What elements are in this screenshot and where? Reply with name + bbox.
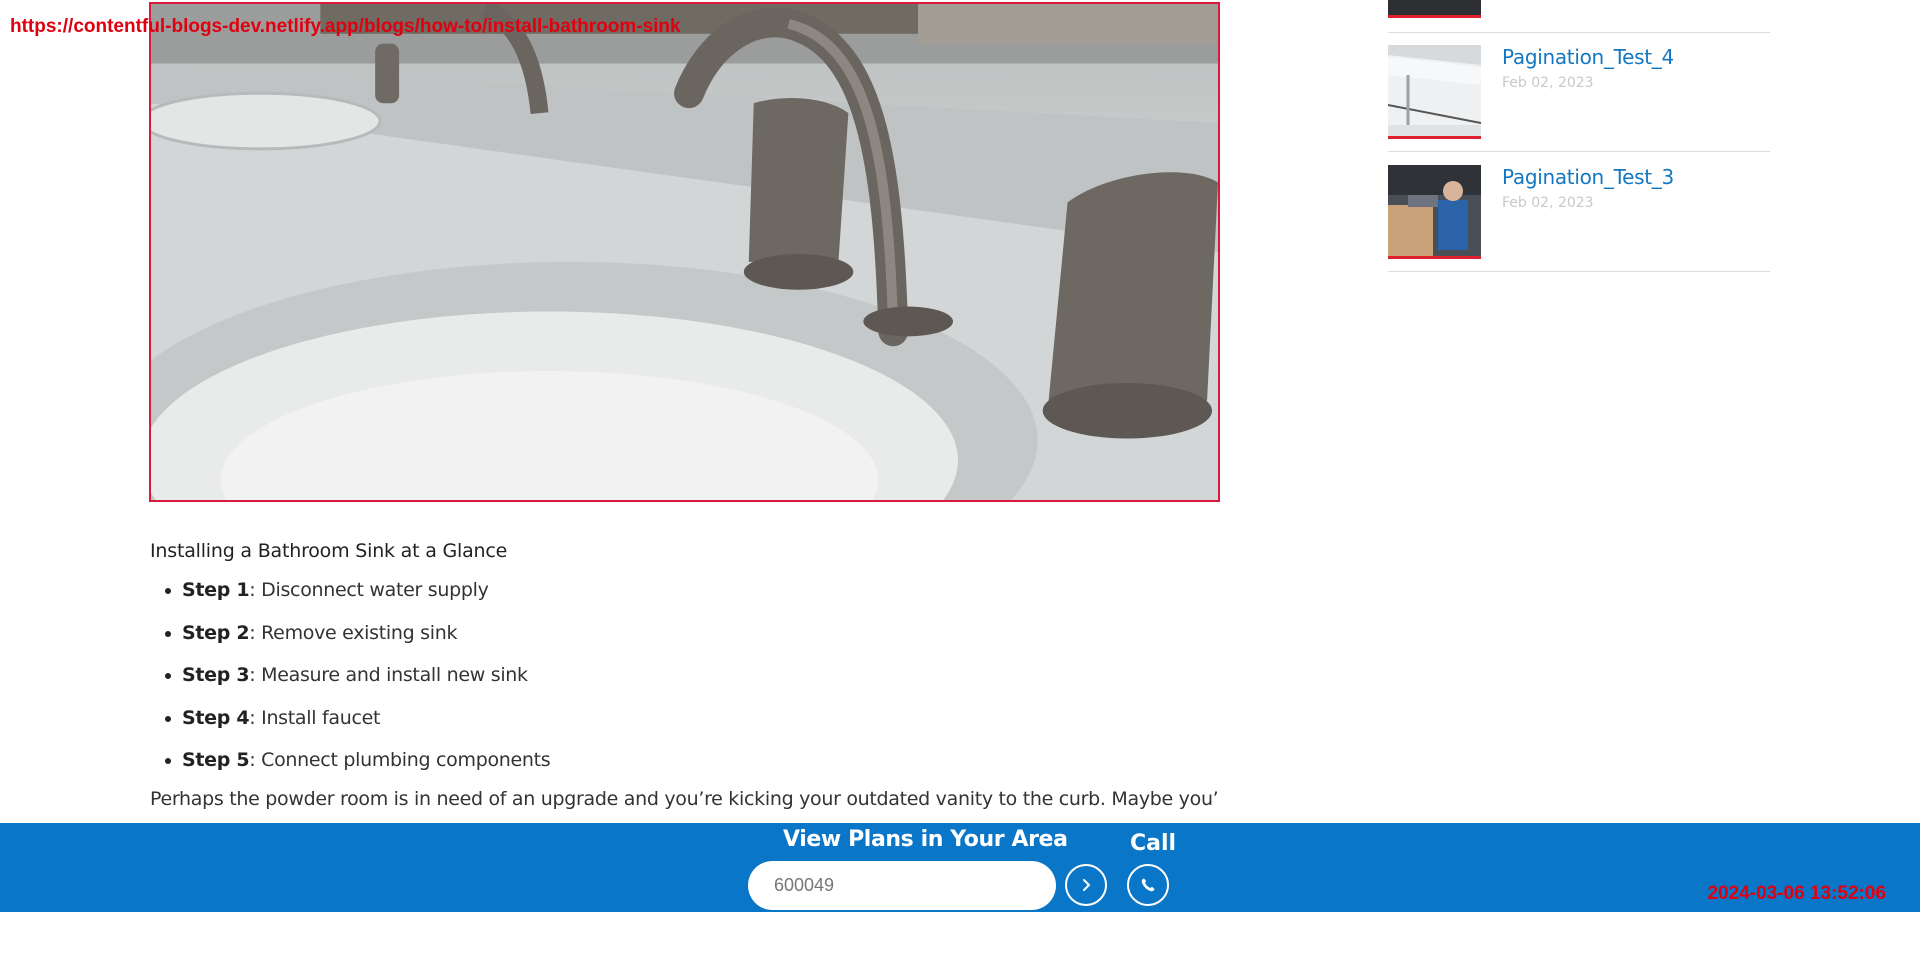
sidebar-divider (1388, 32, 1770, 33)
post-date: Feb 02, 2023 (1502, 195, 1594, 211)
url-overlay: https://contentful-blogs-dev.netlify.app… (10, 16, 681, 37)
previous-post-thumbnail[interactable] (1388, 0, 1481, 18)
post-title-link[interactable]: Pagination_Test_3 (1502, 165, 1674, 189)
view-plans-label: View Plans in Your Area (783, 827, 1068, 852)
step-label: Step 5 (182, 749, 250, 771)
step-text: : Measure and install new sink (249, 664, 528, 686)
step-item: Step 1: Disconnect water supply (165, 579, 1220, 601)
chevron-right-icon (1083, 879, 1090, 891)
step-item: Step 5: Connect plumbing components (165, 749, 1220, 771)
plans-bottom-bar: View Plans in Your Area Call 2024-03-06 … (0, 823, 1920, 912)
post-title-link[interactable]: Pagination_Test_4 (1502, 45, 1674, 69)
step-item: Step 4: Install faucet (165, 706, 1220, 729)
call-button[interactable] (1127, 864, 1169, 906)
call-label: Call (1130, 831, 1177, 856)
technician-thumbnail[interactable] (1388, 165, 1481, 259)
step-label: Step 3 (182, 664, 250, 686)
step-text: : Connect plumbing components (249, 749, 551, 771)
post-date: Feb 02, 2023 (1502, 75, 1594, 91)
step-text: : Remove existing sink (249, 621, 458, 644)
sidebar-post[interactable]: Pagination_Test_3 Feb 02, 2023 (1388, 165, 1770, 261)
glance-heading: Installing a Bathroom Sink at a Glance (150, 540, 508, 562)
phone-icon (1141, 878, 1155, 892)
sidebar-divider (1388, 271, 1770, 272)
step-item: Step 2: Remove existing sink (165, 621, 1220, 644)
bathroom-sink-image (151, 4, 1218, 500)
article-body: Installing a Bathroom Sink at a Glance S… (150, 540, 1220, 810)
step-label: Step 2 (182, 621, 250, 644)
step-text: : Install faucet (249, 706, 381, 729)
intro-paragraph: Perhaps the powder room is in need of an… (150, 787, 1220, 810)
capture-timestamp: 2024-03-06 13:52:06 (1707, 883, 1886, 904)
house-eaves-thumbnail[interactable] (1388, 45, 1481, 139)
step-label: Step 1 (182, 579, 250, 601)
sidebar-post[interactable]: Pagination_Test_4 Feb 02, 2023 (1388, 45, 1770, 141)
step-text: : Disconnect water supply (249, 579, 489, 601)
hero-image (149, 2, 1220, 502)
submit-zip-button[interactable] (1065, 864, 1107, 906)
zip-code-input[interactable] (748, 861, 1056, 910)
step-label: Step 4 (182, 706, 250, 729)
steps-list: Step 1: Disconnect water supply Step 2: … (150, 579, 1220, 771)
step-item: Step 3: Measure and install new sink (165, 664, 1220, 686)
sidebar-divider (1388, 151, 1770, 152)
